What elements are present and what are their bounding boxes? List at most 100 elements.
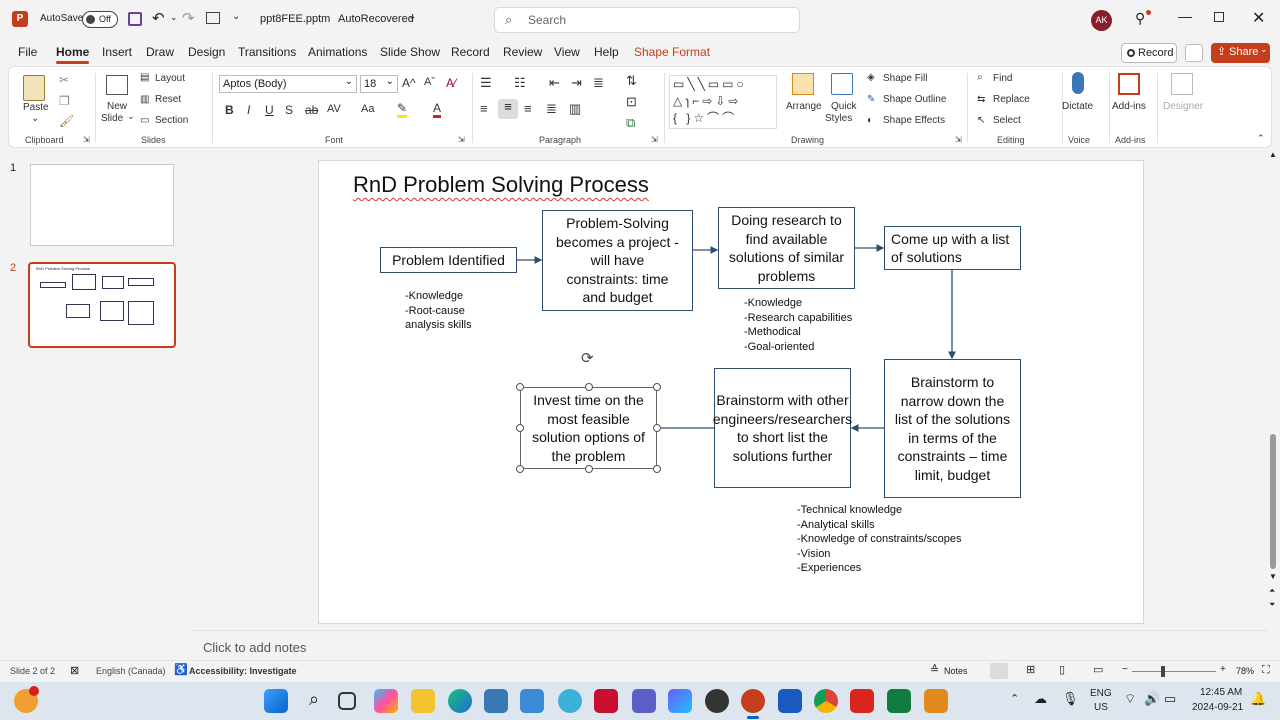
tab-record[interactable]: Record: [451, 45, 490, 59]
clipboard-launcher-icon[interactable]: ⇲: [83, 135, 90, 144]
selection-handle-bc[interactable]: [585, 465, 593, 473]
box-come-up-with-list[interactable]: Come up with a list of solutions: [884, 226, 1021, 270]
clock-date[interactable]: 2024-09-21: [1192, 702, 1243, 713]
selection-handle-ml[interactable]: [516, 424, 524, 432]
drawing-launcher-icon[interactable]: ⇲: [955, 135, 962, 144]
notes-area[interactable]: Click to add notes: [192, 630, 1268, 660]
undo-icon[interactable]: ↶: [152, 9, 165, 27]
box-invest-time[interactable]: Invest time on the most feasible solutio…: [520, 387, 657, 469]
avatar[interactable]: AK: [1091, 10, 1112, 31]
tab-shape-format[interactable]: Shape Format: [634, 45, 710, 59]
tab-review[interactable]: Review: [503, 45, 542, 59]
zoom-slider[interactable]: [1132, 671, 1216, 672]
search-box[interactable]: ⌕ Search: [494, 7, 800, 33]
file-explorer-icon[interactable]: [411, 689, 435, 713]
zoom-in-icon[interactable]: +: [1220, 664, 1226, 675]
ribbon-collapse-icon[interactable]: ⌃: [1257, 133, 1265, 144]
font-color-icon[interactable]: A: [433, 101, 442, 118]
restore-icon[interactable]: [1214, 12, 1224, 22]
smartart-icon[interactable]: ⧉: [626, 115, 635, 131]
tab-draw[interactable]: Draw: [146, 45, 174, 59]
decrease-indent-icon[interactable]: ⇤: [549, 75, 560, 91]
change-case-icon[interactable]: Aa: [361, 103, 374, 115]
accessibility-status[interactable]: Accessibility: Investigate: [189, 666, 297, 676]
tab-design[interactable]: Design: [188, 45, 225, 59]
increase-indent-icon[interactable]: ⇥: [571, 75, 582, 91]
mcafee-web-icon[interactable]: [520, 689, 544, 713]
paste-dropdown-icon[interactable]: ⌄: [31, 113, 39, 124]
notes-toggle[interactable]: Notes: [944, 666, 968, 676]
scroll-up-icon[interactable]: ▲: [1269, 150, 1277, 159]
selection-handle-tr[interactable]: [653, 383, 661, 391]
quick-styles-icon[interactable]: [831, 73, 853, 95]
slide-thumbnail-1[interactable]: [30, 164, 174, 246]
minimize-icon[interactable]: —: [1178, 8, 1192, 24]
paste-label[interactable]: Paste: [23, 102, 49, 113]
rotate-handle-icon[interactable]: ⟳: [581, 349, 594, 367]
section-button[interactable]: Section: [155, 115, 188, 126]
zoom-slider-thumb[interactable]: [1161, 666, 1165, 677]
microphone-icon[interactable]: 🎙: [1062, 691, 1079, 707]
taskbar-search-icon[interactable]: ⌕: [302, 689, 326, 713]
designer-label[interactable]: Designer: [1163, 101, 1203, 112]
prev-slide-icon[interactable]: ⏶: [1269, 586, 1275, 596]
align-text-icon[interactable]: ⊡: [626, 94, 637, 110]
scroll-thumb[interactable]: [1270, 434, 1276, 569]
quick-styles-label-1[interactable]: Quick: [831, 101, 857, 112]
powerpoint-taskbar-icon[interactable]: [741, 689, 765, 713]
box-brainstorm-engineers[interactable]: Brainstorm with other engineers/research…: [713, 368, 852, 488]
designer-icon[interactable]: [1171, 73, 1193, 95]
spelling-icon[interactable]: ⊠: [70, 664, 79, 677]
italic-icon[interactable]: I: [247, 103, 250, 117]
clipchamp-icon[interactable]: [668, 689, 692, 713]
present-icon[interactable]: [206, 12, 220, 24]
note-research[interactable]: -Knowledge -Research capabilities -Metho…: [744, 296, 852, 354]
tab-transitions[interactable]: Transitions: [238, 45, 296, 59]
copy-icon[interactable]: ❐: [59, 94, 70, 108]
slideshow-view-icon[interactable]: ▭: [1093, 663, 1103, 676]
box-problem-solving-project[interactable]: Problem-Solving becomes a project -will …: [542, 210, 693, 311]
box-problem-identified[interactable]: Problem Identified: [380, 247, 517, 273]
wifi-icon[interactable]: ⌔: [1124, 691, 1136, 707]
normal-view-icon[interactable]: [990, 663, 1008, 679]
line-spacing-icon[interactable]: ≣: [593, 75, 604, 91]
slide-canvas[interactable]: RnD Problem Solving Process Problem Iden…: [318, 160, 1144, 624]
sublime-icon[interactable]: [924, 689, 948, 713]
arrange-icon[interactable]: [792, 73, 814, 95]
slide-sorter-icon[interactable]: ⊞: [1026, 663, 1035, 676]
shapes-gallery[interactable]: ▭╲╲▭▭○ △ɿ⌐⇨⇩⇨{ }☆⌒⌒: [669, 75, 777, 129]
bold-icon[interactable]: B: [225, 103, 234, 117]
excel-icon[interactable]: [887, 689, 911, 713]
shadow-icon[interactable]: S: [285, 103, 293, 117]
decrease-font-icon[interactable]: Aˇ: [424, 76, 435, 88]
justify-icon[interactable]: ≣: [546, 101, 557, 117]
zoom-level[interactable]: 78%: [1236, 666, 1254, 676]
teams-icon[interactable]: [632, 689, 656, 713]
box-brainstorm-narrow[interactable]: Brainstorm to narrow down the list of th…: [884, 359, 1021, 498]
acrobat-icon[interactable]: [850, 689, 874, 713]
tab-file[interactable]: File: [18, 45, 37, 59]
status-dropdown-icon[interactable]: ⌄: [408, 11, 416, 22]
highlight-icon[interactable]: ✎: [397, 101, 408, 118]
record-button[interactable]: Record: [1121, 43, 1177, 63]
autosave-toggle[interactable]: Off: [82, 11, 118, 28]
dictate-label[interactable]: Dictate: [1062, 101, 1093, 112]
new-slide-label-1[interactable]: New: [107, 101, 127, 112]
cut-icon[interactable]: ✂: [59, 73, 69, 87]
increase-font-icon[interactable]: A^: [402, 76, 416, 90]
align-center-icon[interactable]: ≡: [498, 99, 518, 119]
dictate-icon[interactable]: [1072, 72, 1084, 94]
word-icon[interactable]: [778, 689, 802, 713]
tab-animations[interactable]: Animations: [308, 45, 367, 59]
character-spacing-icon[interactable]: AV: [327, 103, 341, 115]
store-icon[interactable]: [484, 689, 508, 713]
tab-home[interactable]: Home: [56, 45, 90, 64]
note-problem-identified[interactable]: -Knowledge -Root-cause analysis skills: [405, 289, 472, 333]
clear-formatting-icon[interactable]: A⁄: [446, 76, 456, 90]
tab-slide-show[interactable]: Slide Show: [380, 45, 440, 59]
language-status[interactable]: English (Canada): [96, 666, 166, 676]
font-size-select[interactable]: 18 ⌄: [360, 75, 398, 93]
text-direction-icon[interactable]: ⇅: [626, 73, 637, 89]
close-icon[interactable]: ✕: [1252, 8, 1265, 28]
quick-styles-label-2[interactable]: Styles: [825, 113, 852, 124]
